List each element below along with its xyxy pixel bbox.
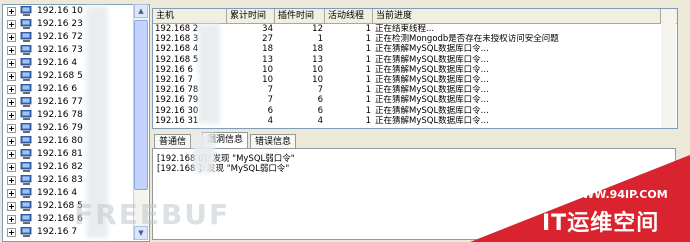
tab-error-info[interactable]: 错误信息 <box>250 134 297 149</box>
computer-icon <box>20 136 32 146</box>
tree-item-label: 192.16 79 <box>37 123 83 133</box>
expand-icon[interactable] <box>7 111 16 120</box>
scroll-thumb[interactable] <box>134 20 148 190</box>
computer-icon <box>20 45 32 55</box>
computer-icon <box>20 214 32 224</box>
tree-item[interactable]: 192.16 80 <box>3 135 149 148</box>
tree-item-label: 192.16 77 <box>37 97 83 107</box>
redaction-mask <box>193 133 215 173</box>
expand-icon[interactable] <box>7 98 16 107</box>
expand-icon[interactable] <box>7 7 16 16</box>
header-progress[interactable]: 当前进度 <box>373 9 661 23</box>
tree-item-label: 192.16 80 <box>37 136 83 146</box>
tree-item[interactable]: 192.16 78 <box>3 109 149 122</box>
expand-icon[interactable] <box>7 163 16 172</box>
log-line: [192.168 ]: 发现 "MySQL弱口令" <box>157 164 290 174</box>
tree-item-label: 192.16 4 <box>37 188 78 198</box>
tree-item[interactable]: 192.16 6 <box>3 83 149 96</box>
tree-item[interactable]: 192.16 77 <box>3 96 149 109</box>
tree-item[interactable]: 192.16 72 <box>3 31 149 44</box>
expand-icon[interactable] <box>7 137 16 146</box>
tree-item-label: 192.16 81 <box>37 149 83 159</box>
expand-icon[interactable] <box>7 189 16 198</box>
expand-icon[interactable] <box>7 202 16 211</box>
tree-item-label: 192.16 7 <box>37 227 78 237</box>
watermark-url: WWW.94IP.COM <box>570 188 668 201</box>
computer-icon <box>20 32 32 42</box>
computer-icon <box>20 149 32 159</box>
header-plugin-time[interactable]: 插件时间 <box>275 9 325 23</box>
freebuf-watermark: FREEBUF <box>74 198 231 231</box>
tree-item[interactable]: 192.16 4 <box>3 57 149 70</box>
expand-icon[interactable] <box>7 85 16 94</box>
grid-cell-progress: 正在猜解MySQL数据库口令... <box>375 115 489 126</box>
tree-item-label: 192.16 73 <box>37 45 83 55</box>
tree-item[interactable]: 192.16 83 <box>3 174 149 187</box>
tree-item-label: 192.16 83 <box>37 175 83 185</box>
tree-item[interactable]: 192.16 81 <box>3 148 149 161</box>
computer-icon <box>20 97 32 107</box>
computer-icon <box>20 84 32 94</box>
computer-icon <box>20 6 32 16</box>
header-total-time[interactable]: 累计时间 <box>227 9 275 23</box>
info-tabs: 普通信 漏洞信息 错误信息 <box>152 132 676 149</box>
tree-item-label: 192.16 23 <box>37 19 83 29</box>
tree-item-label: 192.16 4 <box>37 58 78 68</box>
grid-cell-plugin: 4 <box>317 115 323 126</box>
computer-icon <box>20 188 32 198</box>
grid-row[interactable]: 192.16 31 4 4 1 正在猜解MySQL数据库口令... <box>153 116 677 127</box>
computer-icon <box>20 201 32 211</box>
tree-item-label: 192.16 72 <box>37 32 83 42</box>
computer-icon <box>20 175 32 185</box>
expand-icon[interactable] <box>7 46 16 55</box>
scan-progress-grid[interactable]: 主机 累计时间 插件时间 活动线程 当前进度 192.168 2 34 12 1 正在结… <box>152 8 678 129</box>
tree-item-label: 192.16 10 <box>37 6 83 16</box>
expand-icon[interactable] <box>7 176 16 185</box>
log-line: [192.168 0]: 发现 "MySQL弱口令" <box>157 154 295 164</box>
grid-cell-threads: 1 <box>365 115 371 126</box>
computer-icon <box>20 123 32 133</box>
computer-icon <box>20 19 32 29</box>
grid-cell-total: 4 <box>267 115 273 126</box>
tree-item[interactable]: 192.16 10 <box>3 5 149 18</box>
tree-item[interactable]: 192.16 73 <box>3 44 149 57</box>
tree-item-label: 192.16 82 <box>37 162 83 172</box>
expand-icon[interactable] <box>7 20 16 29</box>
grid-scrollbar[interactable] <box>661 9 676 128</box>
watermark-brand: IT运维空间 <box>542 211 660 236</box>
expand-icon[interactable] <box>7 33 16 42</box>
computer-icon <box>20 110 32 120</box>
tree-item[interactable]: 192.16 23 <box>3 18 149 31</box>
expand-icon[interactable] <box>7 215 16 224</box>
tree-item[interactable]: 192.16 82 <box>3 161 149 174</box>
computer-icon <box>20 58 32 68</box>
grid-header: 主机 累计时间 插件时间 活动线程 当前进度 <box>153 9 677 24</box>
tree-item[interactable]: 192.168 5 <box>3 70 149 83</box>
tree-item-label: 192.16 78 <box>37 110 83 120</box>
tree-item[interactable]: 192.16 79 <box>3 122 149 135</box>
computer-icon <box>20 162 32 172</box>
scroll-up-button[interactable]: ▲ <box>134 4 148 18</box>
tab-general-info[interactable]: 普通信 <box>154 134 192 149</box>
header-host[interactable]: 主机 <box>153 9 227 23</box>
expand-icon[interactable] <box>7 228 16 237</box>
expand-icon[interactable] <box>7 72 16 81</box>
expand-icon[interactable] <box>7 150 16 159</box>
redaction-mask <box>198 24 220 124</box>
tree-item-label: 192.168 5 <box>37 71 83 81</box>
computer-icon <box>20 71 32 81</box>
expand-icon[interactable] <box>7 124 16 133</box>
computer-icon <box>20 227 32 237</box>
tree-item-label: 192.16 6 <box>37 84 78 94</box>
scanner-window: 192.16 10 192.16 23 192.16 72 192.16 73 192.… <box>0 0 690 242</box>
header-active-threads[interactable]: 活动线程 <box>325 9 373 23</box>
expand-icon[interactable] <box>7 59 16 68</box>
